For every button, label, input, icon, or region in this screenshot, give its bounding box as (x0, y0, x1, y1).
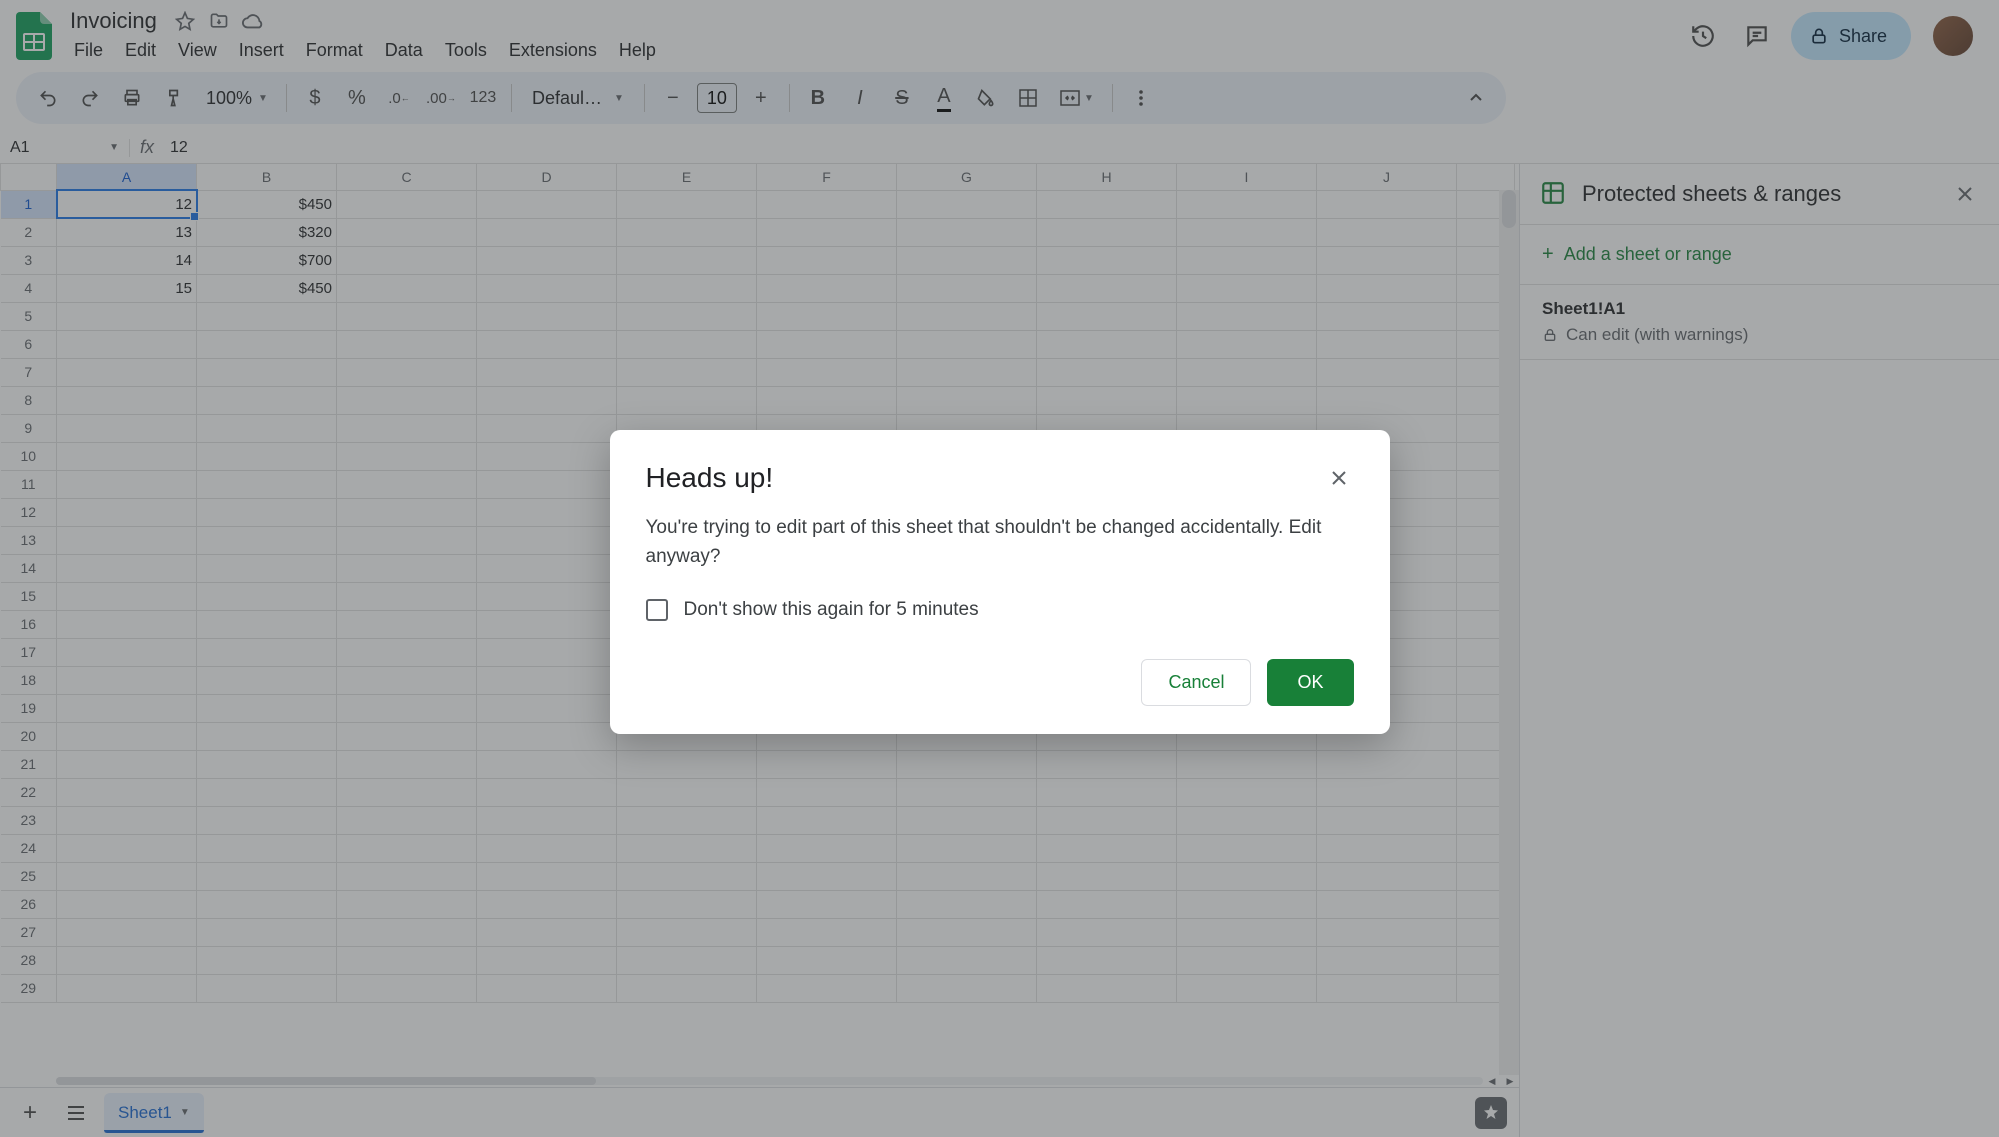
dialog-body: You're trying to edit part of this sheet… (646, 514, 1354, 571)
dialog-title: Heads up! (646, 462, 774, 494)
cancel-button[interactable]: Cancel (1141, 659, 1251, 706)
checkbox-label: Don't show this again for 5 minutes (684, 599, 979, 621)
ok-button[interactable]: OK (1267, 659, 1353, 706)
dialog-checkbox-row[interactable]: Don't show this again for 5 minutes (646, 599, 1354, 621)
dialog-close-button[interactable] (1324, 463, 1354, 493)
checkbox-icon[interactable] (646, 599, 668, 621)
warning-dialog: Heads up! You're trying to edit part of … (610, 430, 1390, 734)
modal-overlay: Heads up! You're trying to edit part of … (0, 0, 1999, 1137)
